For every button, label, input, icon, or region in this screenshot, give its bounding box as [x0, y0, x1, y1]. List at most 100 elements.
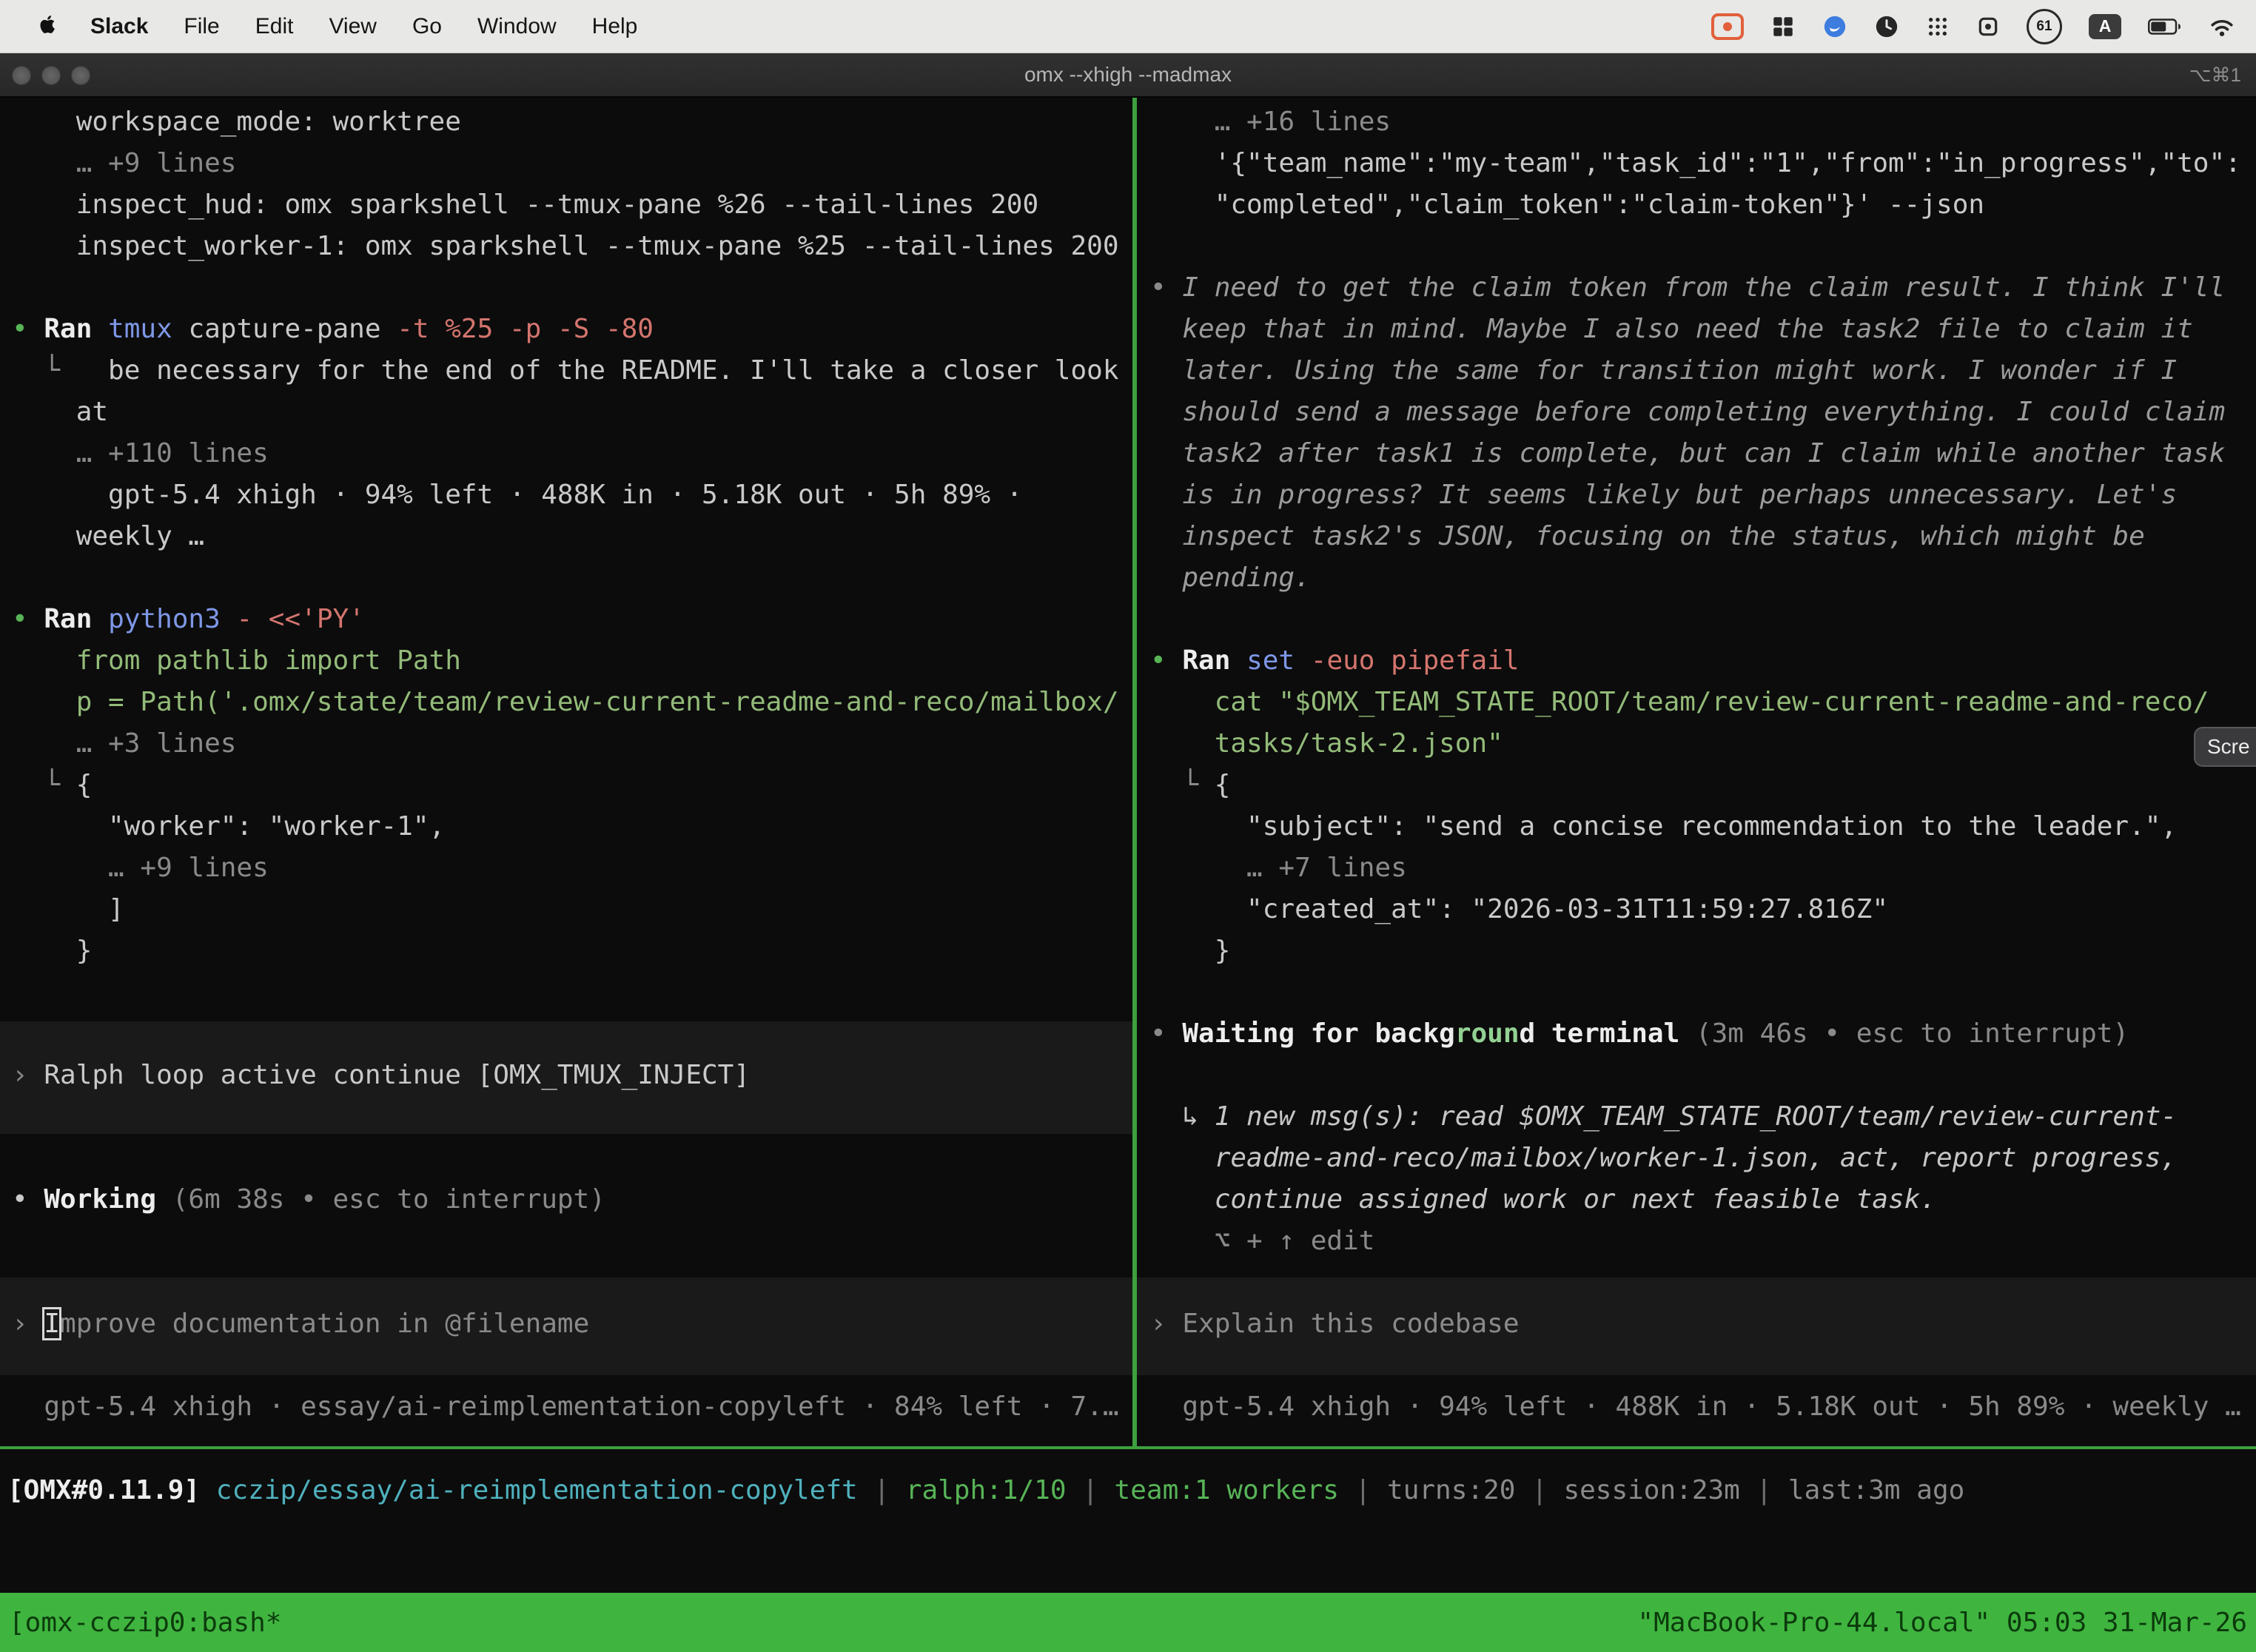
- text-segment: {: [76, 770, 93, 800]
- blue-app-icon[interactable]: [1822, 9, 1847, 44]
- apple-logo-icon: [36, 13, 59, 40]
- text-segment: Working: [44, 1184, 172, 1215]
- text-segment: {: [1215, 770, 1231, 800]
- text-segment: |: [858, 1475, 906, 1505]
- text-segment: |: [1067, 1475, 1115, 1505]
- zoom-button[interactable]: [71, 66, 90, 85]
- macos-menu-bar: Slack File Edit View Go Window Help: [0, 0, 2256, 53]
- terminal-line: readme-and-reco/mailbox/worker-1.json, a…: [1150, 1138, 2177, 1179]
- terminal-line: "completed","claim_token":"claim-token"}…: [1150, 184, 1984, 226]
- text-segment: mprove documentation in @filename: [60, 1309, 589, 1339]
- text-segment: [OMX#0.11.9]: [7, 1475, 200, 1505]
- left-pane-lines: workspace_mode: worktree … +9 lines insp…: [0, 98, 1132, 1446]
- terminal-line: inspect_hud: omx sparkshell --tmux-pane …: [12, 184, 1038, 226]
- terminal-line: └ {: [12, 765, 92, 806]
- menu-window[interactable]: Window: [460, 14, 574, 39]
- text-segment: ↳ 1 new msg(s): read $OMX_TEAM_STATE_ROO…: [1150, 1101, 2177, 1132]
- menu-edit[interactable]: Edit: [238, 14, 312, 39]
- text-segment: •: [1150, 272, 1182, 303]
- menu-help[interactable]: Help: [574, 14, 656, 39]
- terminal-line: └ be necessary for the end of the README…: [12, 350, 1119, 392]
- menu-file[interactable]: File: [166, 14, 237, 39]
- terminal-line: continue assigned work or next feasible …: [1150, 1179, 1936, 1220]
- text-segment: |: [1740, 1475, 1788, 1505]
- text-segment: └: [12, 355, 108, 386]
- text-segment: inspect_hud: omx sparkshell --tmux-pane …: [12, 189, 1038, 220]
- terminal-line: › Ralph loop active continue [OMX_TMUX_I…: [12, 1055, 750, 1096]
- text-segment: workspace_mode: worktree: [12, 107, 461, 137]
- text-segment: readme-and-reco/mailbox/worker-1.json, a…: [1150, 1143, 2177, 1173]
- terminal-line: is in progress? It seems likely but perh…: [1150, 474, 2177, 516]
- terminal-line: • Working (6m 38s • esc to interrupt): [12, 1179, 605, 1220]
- text-segment: •: [12, 314, 44, 344]
- right-pane-lines: … +16 lines '{"team_name":"my-team","tas…: [1137, 98, 2256, 1446]
- tmux-session-window[interactable]: [omx-cczip0:bash*: [9, 1608, 281, 1638]
- text-segment: ]: [12, 894, 124, 924]
- text-segment: Ran: [1182, 645, 1246, 676]
- terminal-line: weekly …: [12, 516, 204, 557]
- text-segment: … +110 lines: [12, 438, 269, 469]
- text-segment: ›: [12, 1309, 44, 1339]
- text-segment: •: [12, 1184, 44, 1215]
- tmux-status-bar: [omx-cczip0:bash* "MacBook-Pro-44.local"…: [0, 1593, 2256, 1652]
- terminal-line: • Ran tmux capture-pane -t %25 -p -S -80: [12, 309, 654, 350]
- text-segment: p = Path('.omx/state/team/review-current…: [12, 687, 1119, 717]
- menu-items: Slack File Edit View Go Window Help: [22, 13, 655, 40]
- terminal-line: task2 after task1 is complete, but can I…: [1150, 433, 2225, 474]
- text-segment: "worker": "worker-1",: [12, 811, 445, 842]
- battery-icon[interactable]: [2148, 9, 2182, 44]
- terminal-line: from pathlib import Path: [12, 640, 461, 682]
- menu-view[interactable]: View: [311, 14, 394, 39]
- window-title-bar[interactable]: omx --xhigh --madmax ⌥⌘1: [0, 53, 2256, 98]
- text-segment: tasks/task-2.json": [1150, 728, 1503, 759]
- terminal-line: … +110 lines: [12, 433, 269, 474]
- terminal-pane-left[interactable]: workspace_mode: worktree … +9 lines insp…: [0, 98, 1132, 1446]
- text-segment: pending.: [1150, 563, 1311, 593]
- minimize-button[interactable]: [41, 66, 61, 85]
- text-segment: gpt-5.4 xhigh · 94% left · 488K in · 5.1…: [1150, 1391, 2241, 1422]
- terminal-line: inspect task2's JSON, focusing on the st…: [1150, 516, 2145, 557]
- clock-app-icon[interactable]: [1874, 9, 1899, 44]
- text-segment: └: [12, 770, 76, 800]
- window-controls: [12, 66, 90, 85]
- terminal-line: • Ran set -euo pipefail: [1150, 640, 1520, 682]
- terminal-line: gpt-5.4 xhigh · essay/ai-reimplementatio…: [12, 1386, 1119, 1428]
- text-segment: }: [1150, 936, 1230, 966]
- text-segment: later. Using the same for transition mig…: [1150, 355, 2177, 386]
- wifi-icon[interactable]: [2209, 9, 2235, 44]
- text-segment: gpt-5.4 xhigh · 94% left · 488K in · 5.1…: [12, 480, 1022, 510]
- screen-recording-indicator-icon[interactable]: [1711, 9, 1744, 44]
- window-title: omx --xhigh --madmax: [1024, 53, 1232, 96]
- apple-menu[interactable]: [22, 13, 73, 40]
- text-segment: -euo pipefail: [1311, 645, 1520, 676]
- text-segment: inspect task2's JSON, focusing on the st…: [1150, 521, 2145, 551]
- screen-overlay-chip[interactable]: Scre: [2194, 727, 2256, 767]
- dots-grid-icon[interactable]: [1926, 9, 1950, 44]
- text-segment: is in progress? It seems likely but perh…: [1150, 480, 2177, 510]
- text-segment: "created_at": "2026-03-31T11:59:27.816Z": [1150, 894, 1888, 924]
- terminal-line: "subject": "send a concise recommendatio…: [1150, 806, 2177, 847]
- unknown-app-icon[interactable]: [1976, 9, 2000, 44]
- text-segment: Ralph loop active continue [OMX_TMUX_INJ…: [44, 1060, 750, 1090]
- input-source-icon[interactable]: A: [2089, 9, 2121, 44]
- grid-app-icon[interactable]: [1770, 9, 1796, 44]
- terminal-line: keep that in mind. Maybe I also need the…: [1150, 309, 2193, 350]
- battery-percent-badge[interactable]: 61: [2027, 9, 2062, 44]
- menu-go[interactable]: Go: [395, 14, 460, 39]
- text-segment: python3: [108, 604, 236, 634]
- terminal-line: … +9 lines: [12, 847, 269, 889]
- terminal-line: › Explain this codebase: [1150, 1303, 1520, 1345]
- tmux-host-time: "MacBook-Pro-44.local" 05:03 31-Mar-26: [1637, 1608, 2247, 1638]
- menu-app-name[interactable]: Slack: [73, 14, 166, 39]
- text-segment: turns:20: [1387, 1475, 1515, 1505]
- terminal-line: cat "$OMX_TEAM_STATE_ROOT/team/review-cu…: [1150, 682, 2209, 723]
- text-segment: … +9 lines: [12, 148, 236, 178]
- text-segment: [200, 1475, 216, 1505]
- text-segment: … +3 lines: [12, 728, 236, 759]
- terminal-pane-right[interactable]: … +16 lines '{"team_name":"my-team","tas…: [1137, 98, 2256, 1446]
- close-button[interactable]: [12, 66, 31, 85]
- window-shortcut-hint: ⌥⌘1: [2189, 53, 2241, 96]
- text-segment: Ran: [44, 604, 108, 634]
- terminal-line: "worker": "worker-1",: [12, 806, 445, 847]
- terminal-line: at: [12, 392, 108, 433]
